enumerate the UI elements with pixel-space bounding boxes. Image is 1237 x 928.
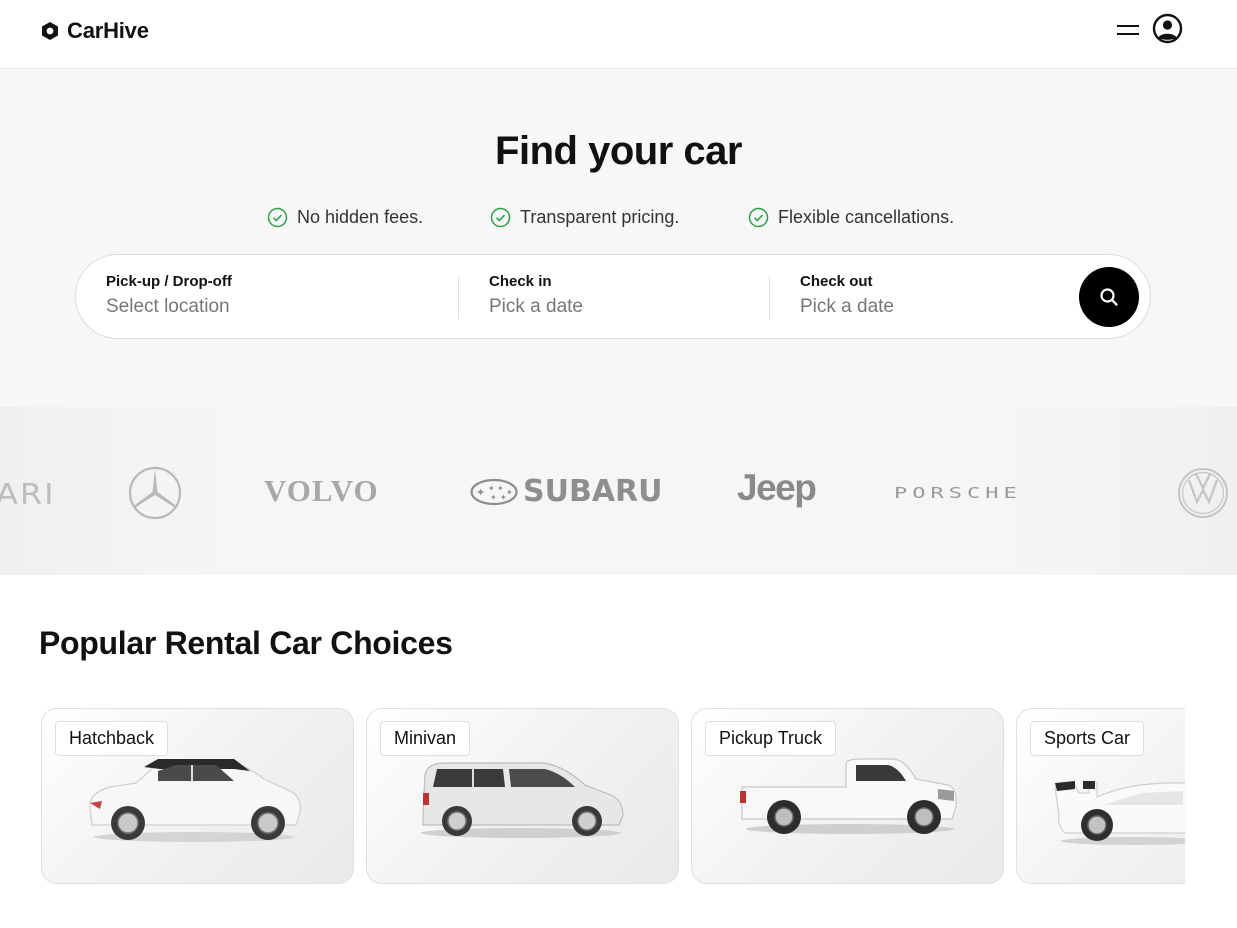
check-out-field[interactable]: Check out xyxy=(800,273,1070,323)
feature-flexible-cancellations: Flexible cancellations. xyxy=(748,206,954,228)
volkswagen-logo-icon xyxy=(1178,468,1228,518)
location-input[interactable] xyxy=(106,296,376,318)
car-card-minivan[interactable]: Minivan xyxy=(366,708,679,884)
hexagon-logo-icon xyxy=(42,22,58,40)
feature-text: Flexible cancellations. xyxy=(778,206,955,227)
search-button[interactable] xyxy=(1079,267,1139,327)
check-in-input[interactable] xyxy=(489,296,759,318)
feature-text: No hidden fees. xyxy=(297,206,424,227)
field-label: Check in xyxy=(489,273,552,290)
porsche-logo: PORSCHE xyxy=(894,484,1022,503)
card-label: Pickup Truck xyxy=(705,721,837,756)
hamburger-menu-icon[interactable] xyxy=(1115,19,1141,41)
hero-section: Find your car No hidden fees. Transparen… xyxy=(0,69,1237,575)
card-label: Sports Car xyxy=(1030,721,1145,756)
pickup-truck-image xyxy=(740,758,957,834)
pickup-dropoff-field[interactable]: Pick-up / Drop-off xyxy=(106,273,376,323)
field-label: Pick-up / Drop-off xyxy=(106,273,232,290)
divider xyxy=(769,277,770,319)
car-card-pickup-truck[interactable]: Pickup Truck xyxy=(691,708,1004,884)
top-nav: CarHive xyxy=(0,0,1237,69)
feature-transparent-pricing: Transparent pricing. xyxy=(490,206,679,228)
logo[interactable]: CarHive xyxy=(40,18,149,44)
check-circle-icon xyxy=(748,207,769,227)
user-circle-icon[interactable] xyxy=(1152,13,1183,44)
card-label: Hatchback xyxy=(55,721,169,756)
page-title: Find your car xyxy=(495,129,742,173)
feature-no-hidden-fees: No hidden fees. xyxy=(267,206,423,228)
svg-text:✦: ✦ xyxy=(476,486,485,499)
jeep-logo: Jeep xyxy=(737,467,817,508)
car-card-sports-car[interactable]: Sports Car xyxy=(1016,708,1185,884)
ferrari-logo: ARI xyxy=(0,476,56,512)
svg-text:✦: ✦ xyxy=(488,484,495,493)
search-bar: Pick-up / Drop-off Check in Check out xyxy=(75,254,1151,339)
check-circle-icon xyxy=(490,207,511,227)
car-card-hatchback[interactable]: Hatchback xyxy=(41,708,354,884)
section-title: Popular Rental Car Choices xyxy=(39,625,453,661)
card-label: Minivan xyxy=(380,721,471,756)
hatchback-car-image xyxy=(89,759,301,842)
search-icon xyxy=(1100,288,1118,306)
svg-text:✦: ✦ xyxy=(497,484,504,493)
field-label: Check out xyxy=(800,273,873,290)
svg-text:✦: ✦ xyxy=(506,488,513,497)
svg-text:✦: ✦ xyxy=(490,493,497,502)
minivan-car-image xyxy=(421,762,624,838)
sports-car-image xyxy=(1054,781,1185,845)
check-in-field[interactable]: Check in xyxy=(489,273,759,323)
mercedes-logo-icon xyxy=(128,466,182,520)
feature-text: Transparent pricing. xyxy=(520,206,680,227)
check-out-input[interactable] xyxy=(800,296,1070,318)
check-circle-icon xyxy=(267,207,288,227)
car-category-carousel: Hatchback Minivan Pickup Truck Sports Ca… xyxy=(41,708,1185,884)
brand-logo-strip: ARI VOLVO ✦ ✦ ✦ ✦ ✦ ✦ SUBARU Jeep PORSCH… xyxy=(0,407,1237,575)
logo-text: CarHive xyxy=(67,18,149,43)
divider xyxy=(458,277,459,319)
subaru-logo: SUBARU xyxy=(523,474,663,509)
subaru-stars-icon: ✦ ✦ ✦ ✦ ✦ ✦ xyxy=(470,478,518,506)
volvo-logo: VOLVO xyxy=(264,473,379,508)
